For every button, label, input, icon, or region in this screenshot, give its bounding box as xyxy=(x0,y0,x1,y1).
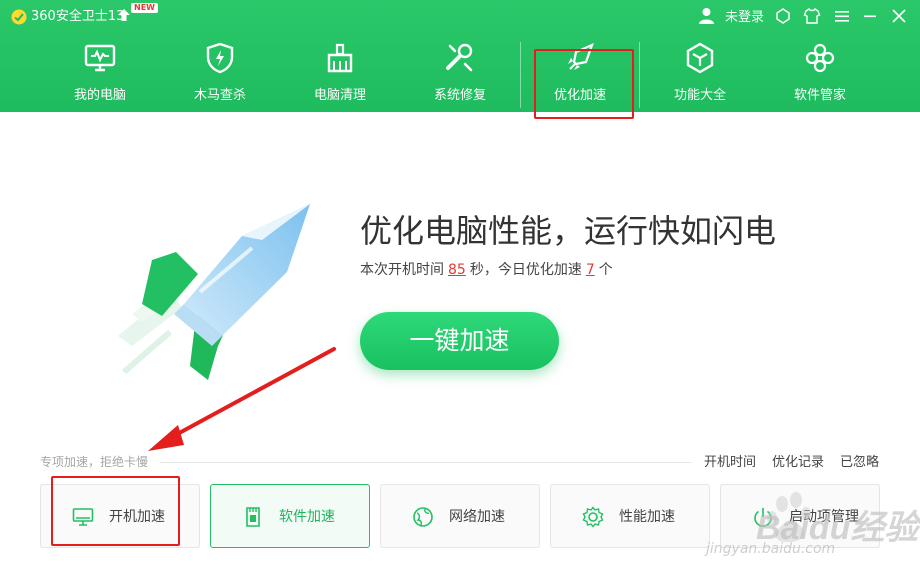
cube-icon xyxy=(686,42,714,74)
card-label: 网络加速 xyxy=(449,509,505,525)
nav-label: 我的电脑 xyxy=(73,88,126,103)
monitor-icon xyxy=(84,44,116,72)
gear-icon xyxy=(582,506,604,528)
update-arrow-icon[interactable] xyxy=(117,8,131,22)
wrench-icon xyxy=(446,43,473,72)
watermark-url: jingyan.baidu.com xyxy=(706,541,836,557)
user-icon[interactable] xyxy=(698,7,715,25)
nav-item-software-manager[interactable]: 软件管家 xyxy=(760,36,880,112)
card-label: 软件加速 xyxy=(279,509,335,525)
nav-item-my-computer[interactable]: 我的电脑 xyxy=(40,36,160,112)
ignored-link[interactable]: 已忽略 xyxy=(840,454,879,471)
boot-speedup-card[interactable]: 开机加速 xyxy=(40,484,200,548)
nav-item-optimize[interactable]: 优化加速 xyxy=(520,36,640,112)
boot-time-link[interactable]: 开机时间 xyxy=(704,454,756,471)
main-nav: 我的电脑 木马查杀 电脑清理 系统修复 优化加速 功能大全 软件管家 xyxy=(40,36,880,112)
memory-card-icon xyxy=(246,507,260,527)
skin-icon[interactable] xyxy=(774,7,792,25)
optimize-history-link[interactable]: 优化记录 xyxy=(772,454,824,471)
nav-item-cleanup[interactable]: 电脑清理 xyxy=(280,36,400,112)
nav-label: 木马查杀 xyxy=(193,88,246,103)
hero-headline: 优化电脑性能，运行快如闪电 xyxy=(360,212,777,250)
app-window: 360安全卫士13 NEW 未登录 我的电脑 木马查杀 电脑清理 系统修复 优化… xyxy=(0,0,920,580)
broom-icon xyxy=(327,43,353,73)
new-badge: NEW xyxy=(131,3,158,13)
close-icon[interactable] xyxy=(890,7,908,25)
nav-label: 功能大全 xyxy=(673,88,726,103)
rocket-illustration xyxy=(118,204,310,380)
section-divider xyxy=(160,462,692,463)
network-speedup-card[interactable]: 网络加速 xyxy=(380,484,540,548)
shirt-icon[interactable] xyxy=(803,7,821,25)
app-title: 360安全卫士13 xyxy=(31,9,125,24)
nav-item-features[interactable]: 功能大全 xyxy=(640,36,760,112)
apps-icon xyxy=(805,43,835,73)
one-click-speedup-button[interactable]: 一键加速 xyxy=(360,312,559,370)
nav-item-system-repair[interactable]: 系统修复 xyxy=(400,36,520,112)
nav-item-trojan-scan[interactable]: 木马查杀 xyxy=(160,36,280,112)
globe-icon xyxy=(413,507,433,527)
performance-speedup-card[interactable]: 性能加速 xyxy=(550,484,710,548)
header: 360安全卫士13 NEW 未登录 我的电脑 木马查杀 电脑清理 系统修复 优化… xyxy=(0,0,920,112)
stats-prefix: 本次开机时间 xyxy=(360,262,444,278)
app-logo-icon xyxy=(11,9,27,25)
titlebar: 360安全卫士13 NEW 未登录 xyxy=(0,0,920,34)
card-label: 性能加速 xyxy=(619,509,675,525)
section-caption: 专项加速，拒绝卡慢 xyxy=(40,455,149,469)
boot-seconds-link[interactable]: 85 xyxy=(448,262,466,278)
minimize-icon[interactable] xyxy=(861,7,879,25)
shield-icon xyxy=(206,42,234,74)
monitor-icon xyxy=(72,508,94,526)
software-speedup-card[interactable]: 软件加速 xyxy=(210,484,370,548)
nav-label: 优化加速 xyxy=(553,88,606,103)
optimized-count-link[interactable]: 7 xyxy=(586,262,595,278)
nav-label: 系统修复 xyxy=(433,88,486,103)
boot-stats: 本次开机时间 85 秒，今日优化加速 7 个 xyxy=(360,260,613,280)
nav-label: 软件管家 xyxy=(793,88,846,103)
rocket-icon xyxy=(568,42,594,70)
stats-suffix: 个 xyxy=(598,262,613,278)
nav-label: 电脑清理 xyxy=(313,88,366,103)
card-label: 开机加速 xyxy=(109,509,165,525)
menu-icon[interactable] xyxy=(833,7,851,25)
stats-mid: 秒，今日优化加速 xyxy=(469,262,582,278)
login-link[interactable]: 未登录 xyxy=(725,9,764,26)
